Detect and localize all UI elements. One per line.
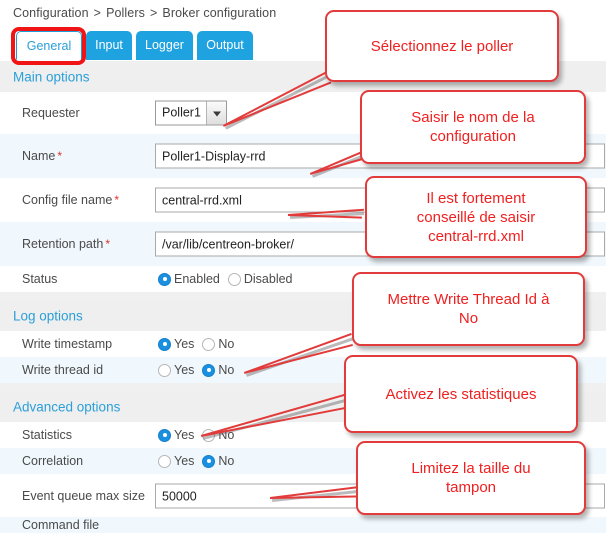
label-status: Status xyxy=(22,272,58,286)
radio-unselected-icon xyxy=(158,363,171,377)
radio-selected-icon xyxy=(158,337,171,351)
correlation-radio-yes-label: Yes xyxy=(174,454,195,468)
write-timestamp-radio-yes[interactable]: Yes xyxy=(158,337,194,351)
label-write-timestamp: Write timestamp xyxy=(22,337,113,351)
chevron-down-icon[interactable] xyxy=(206,101,226,125)
correlation-radio-no[interactable]: No xyxy=(202,454,234,468)
label-retention-path-text: Retention path xyxy=(22,237,104,251)
radio-unselected-icon xyxy=(202,337,216,351)
broker-configuration-page: Configuration > Pollers > Broker configurati… xyxy=(0,0,606,533)
correlation-radio-yes[interactable]: Yes xyxy=(158,454,194,468)
write-timestamp-radio-group: Yes No xyxy=(158,337,242,351)
correlation-radio-group: Yes No xyxy=(158,454,242,468)
radio-unselected-icon xyxy=(158,454,171,468)
status-radio-enabled[interactable]: Enabled xyxy=(158,272,220,286)
callout-central-rrd-line1: Il est fortement xyxy=(426,189,526,207)
label-command-file: Command file xyxy=(22,518,100,532)
row-command-file: Command file xyxy=(0,517,606,533)
label-event-queue-max-size: Event queue max size xyxy=(22,488,145,503)
label-requester: Requester xyxy=(22,106,80,120)
tab-input[interactable]: Input xyxy=(86,31,132,60)
label-retention-path: Retention path * xyxy=(22,237,110,251)
breadcrumb-separator: > xyxy=(93,6,102,20)
write-timestamp-radio-no[interactable]: No xyxy=(202,337,234,351)
callout-central-rrd-line2: conseillé de saisir xyxy=(416,208,536,226)
label-config-file-name-text: Config file name xyxy=(22,193,113,207)
callout-config-name-line1: Saisir le nom de la xyxy=(411,109,535,126)
breadcrumb-separator: > xyxy=(149,6,158,20)
callout-statistics: Activez les statistiques xyxy=(344,355,578,433)
label-name-text: Name xyxy=(22,149,56,163)
write-thread-id-radio-group: Yes No xyxy=(158,363,242,377)
callout-queue-size-text: Limitez la taille du tampon xyxy=(364,459,578,497)
statistics-radio-yes[interactable]: Yes xyxy=(158,428,194,442)
status-radio-disabled-label: Disabled xyxy=(243,272,293,286)
callout-queue-size: Limitez la taille du tampon xyxy=(356,441,586,515)
breadcrumb-item-broker-configuration: Broker configuration xyxy=(162,6,277,20)
callout-config-name-line2: configuration xyxy=(430,128,516,145)
tab-output[interactable]: Output xyxy=(197,31,253,60)
label-statistics: Statistics xyxy=(22,428,73,442)
write-thread-id-radio-no[interactable]: No xyxy=(202,363,234,377)
radio-selected-icon xyxy=(158,428,171,442)
callout-select-poller: Sélectionnez le poller xyxy=(325,10,559,82)
callout-statistics-text: Activez les statistiques xyxy=(385,385,537,403)
radio-unselected-icon xyxy=(227,272,241,286)
label-config-file-name: Config file name * xyxy=(22,193,119,207)
callout-write-thread-id: Mettre Write Thread Id à No xyxy=(352,272,585,346)
section-title-main-options: Main options xyxy=(13,69,90,84)
correlation-radio-no-label: No xyxy=(218,454,235,468)
radio-selected-icon xyxy=(202,363,216,377)
required-asterisk-icon: * xyxy=(114,193,119,207)
required-asterisk-icon: * xyxy=(57,149,63,163)
requester-select[interactable]: Poller1 xyxy=(155,100,227,126)
callout-queue-size-line1: Limitez la taille du xyxy=(411,460,531,477)
callout-central-rrd-line3: central-rrd.xml xyxy=(428,227,524,245)
write-timestamp-radio-no-label: No xyxy=(218,337,235,351)
status-radio-disabled[interactable]: Disabled xyxy=(227,272,293,286)
write-thread-id-radio-yes-label: Yes xyxy=(174,363,195,377)
label-name: Name * xyxy=(22,149,62,163)
required-asterisk-icon: * xyxy=(105,237,110,251)
callout-queue-size-line2: tampon xyxy=(445,479,497,496)
callout-config-name: Saisir le nom de la configuration xyxy=(360,90,586,164)
status-radio-group: Enabled Disabled xyxy=(158,272,301,286)
section-title-advanced-options: Advanced options xyxy=(13,399,121,415)
callout-write-thread-id-line1: Mettre Write Thread Id à xyxy=(387,291,550,308)
label-write-thread-id: Write thread id xyxy=(22,363,104,377)
breadcrumb: Configuration > Pollers > Broker configurati… xyxy=(13,6,276,20)
write-timestamp-radio-yes-label: Yes xyxy=(174,337,195,351)
radio-selected-icon xyxy=(202,454,216,468)
write-thread-id-radio-yes[interactable]: Yes xyxy=(158,363,194,377)
section-title-log-options: Log options xyxy=(13,308,83,324)
breadcrumb-item-configuration[interactable]: Configuration xyxy=(13,6,89,20)
radio-selected-icon xyxy=(158,272,171,286)
statistics-radio-yes-label: Yes xyxy=(174,428,195,442)
tab-general[interactable]: General xyxy=(16,31,82,60)
callout-central-rrd: Il est fortement conseillé de saisir cen… xyxy=(365,176,587,258)
breadcrumb-item-pollers[interactable]: Pollers xyxy=(106,6,145,20)
write-thread-id-radio-no-label: No xyxy=(218,363,235,377)
tab-logger[interactable]: Logger xyxy=(136,31,193,60)
callout-central-rrd-text: Il est fortement conseillé de saisir cen… xyxy=(373,189,579,246)
label-correlation: Correlation xyxy=(22,454,84,468)
callout-write-thread-id-text: Mettre Write Thread Id à No xyxy=(360,290,577,328)
requester-select-value: Poller1 xyxy=(162,105,201,120)
callout-select-poller-text: Sélectionnez le poller xyxy=(370,37,514,55)
callout-config-name-text: Saisir le nom de la configuration xyxy=(368,108,578,146)
status-radio-enabled-label: Enabled xyxy=(174,272,220,286)
callout-write-thread-id-line2: No xyxy=(458,310,479,327)
